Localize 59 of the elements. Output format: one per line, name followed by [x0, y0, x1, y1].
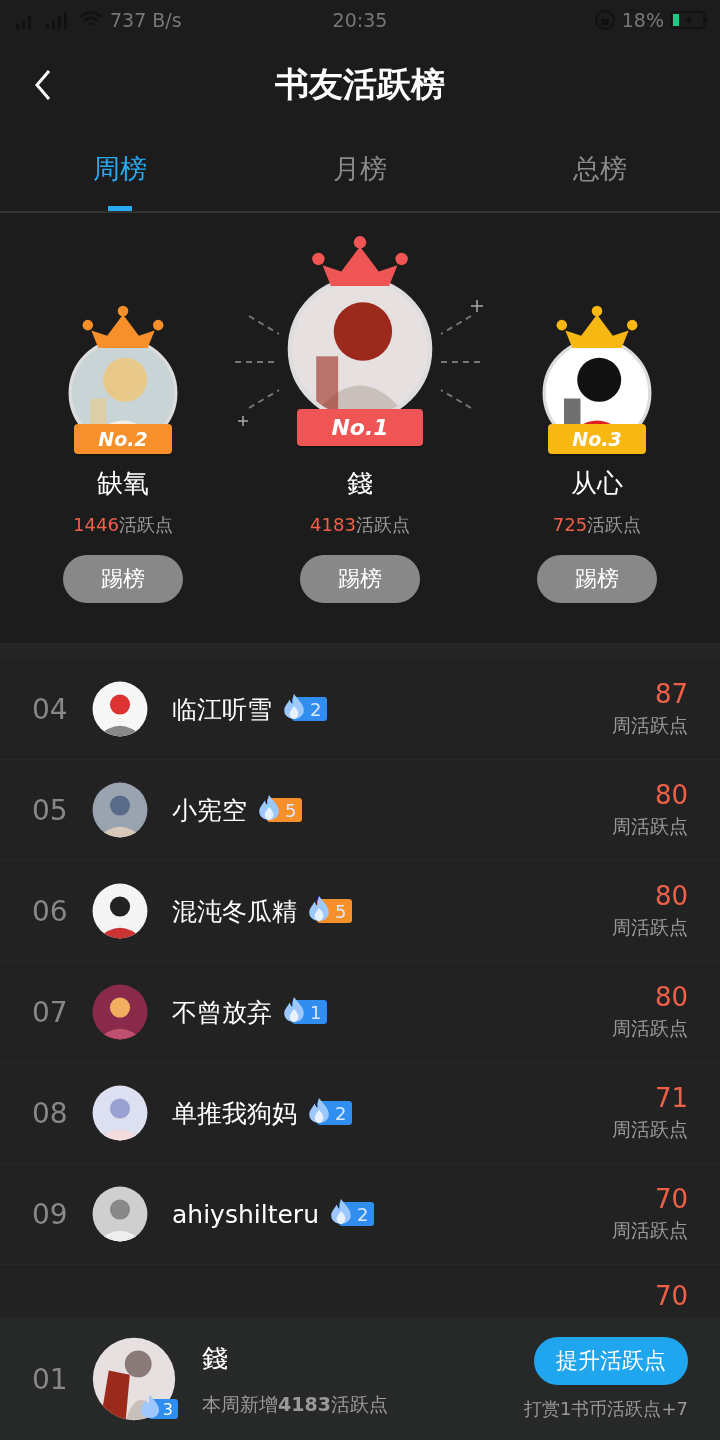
reward-hint: 打赏1书币活跃点+7 — [524, 1397, 688, 1421]
score: 80 — [654, 881, 688, 911]
user-name: 不曾放弃 — [172, 996, 272, 1029]
score-label: 周活跃点 — [612, 915, 688, 940]
score-label: 周活跃点 — [612, 713, 688, 738]
score: 80 — [654, 982, 688, 1012]
score: 87 — [654, 679, 688, 709]
score-label: 周活跃点 — [612, 1016, 688, 1041]
user-name: 小宪空 — [172, 794, 247, 827]
rank-number: 05 — [32, 793, 69, 827]
tab[interactable]: 月榜 — [333, 151, 387, 187]
flame-icon — [329, 1198, 353, 1224]
user-name: 单推我狗妈 — [172, 1097, 297, 1130]
battery-percent: 18% — [621, 9, 664, 31]
score-label: 周活跃点 — [612, 814, 688, 839]
user-name: 从心 — [571, 467, 623, 500]
tab[interactable]: 周榜 — [93, 151, 147, 187]
flame-icon — [307, 895, 331, 921]
rank-number: 04 — [32, 692, 69, 726]
score: 70 — [654, 1281, 688, 1311]
tab-indicator — [108, 206, 132, 211]
user-name: 缺氧 — [97, 467, 149, 500]
rank-ribbon: No.2 — [74, 424, 172, 454]
boost-button[interactable]: 提升活跃点 — [534, 1337, 688, 1385]
kick-button[interactable]: 踢榜 — [63, 555, 183, 603]
flame-icon — [282, 996, 306, 1022]
rank-number: 08 — [32, 1096, 69, 1130]
rank-number: 01 — [32, 1362, 69, 1396]
rank-number: 07 — [32, 995, 69, 1029]
activity-points: 725活跃点 — [552, 513, 642, 537]
flame-icon — [282, 693, 306, 719]
user-name: 混沌冬瓜精 — [172, 895, 297, 928]
activity-points: 1446活跃点 — [73, 513, 173, 537]
back-icon[interactable] — [34, 69, 52, 101]
score-label: 周活跃点 — [612, 1117, 688, 1142]
flame-icon — [138, 1394, 161, 1418]
score: 71 — [654, 1083, 688, 1113]
rank-ribbon: No.3 — [548, 424, 646, 454]
flame-icon — [257, 794, 281, 820]
score-label: 周活跃点 — [612, 1218, 688, 1243]
rank-number: 09 — [32, 1197, 69, 1231]
kick-button[interactable]: 踢榜 — [537, 555, 657, 603]
tab[interactable]: 总榜 — [573, 151, 627, 187]
battery-icon — [670, 11, 708, 29]
user-name: 錢 — [202, 1341, 229, 1375]
score: 70 — [654, 1184, 688, 1214]
page-title: 书友活跃榜 — [275, 63, 445, 106]
kick-button[interactable]: 踢榜 — [300, 555, 420, 603]
rank-ribbon: No.1 — [297, 409, 423, 446]
activity-points: 4183活跃点 — [310, 513, 410, 537]
weekly-summary: 本周新增4183活跃点 — [202, 1391, 388, 1417]
user-name: 錢 — [347, 467, 373, 500]
user-name: 临江听雪 — [172, 693, 272, 726]
flame-icon — [307, 1097, 331, 1123]
clock: 20:35 — [332, 9, 388, 31]
score: 80 — [654, 780, 688, 810]
network-speed: 737 B/s — [110, 9, 182, 31]
rank-number: 06 — [32, 894, 69, 928]
user-name: ahiyshilteru — [172, 1199, 319, 1229]
